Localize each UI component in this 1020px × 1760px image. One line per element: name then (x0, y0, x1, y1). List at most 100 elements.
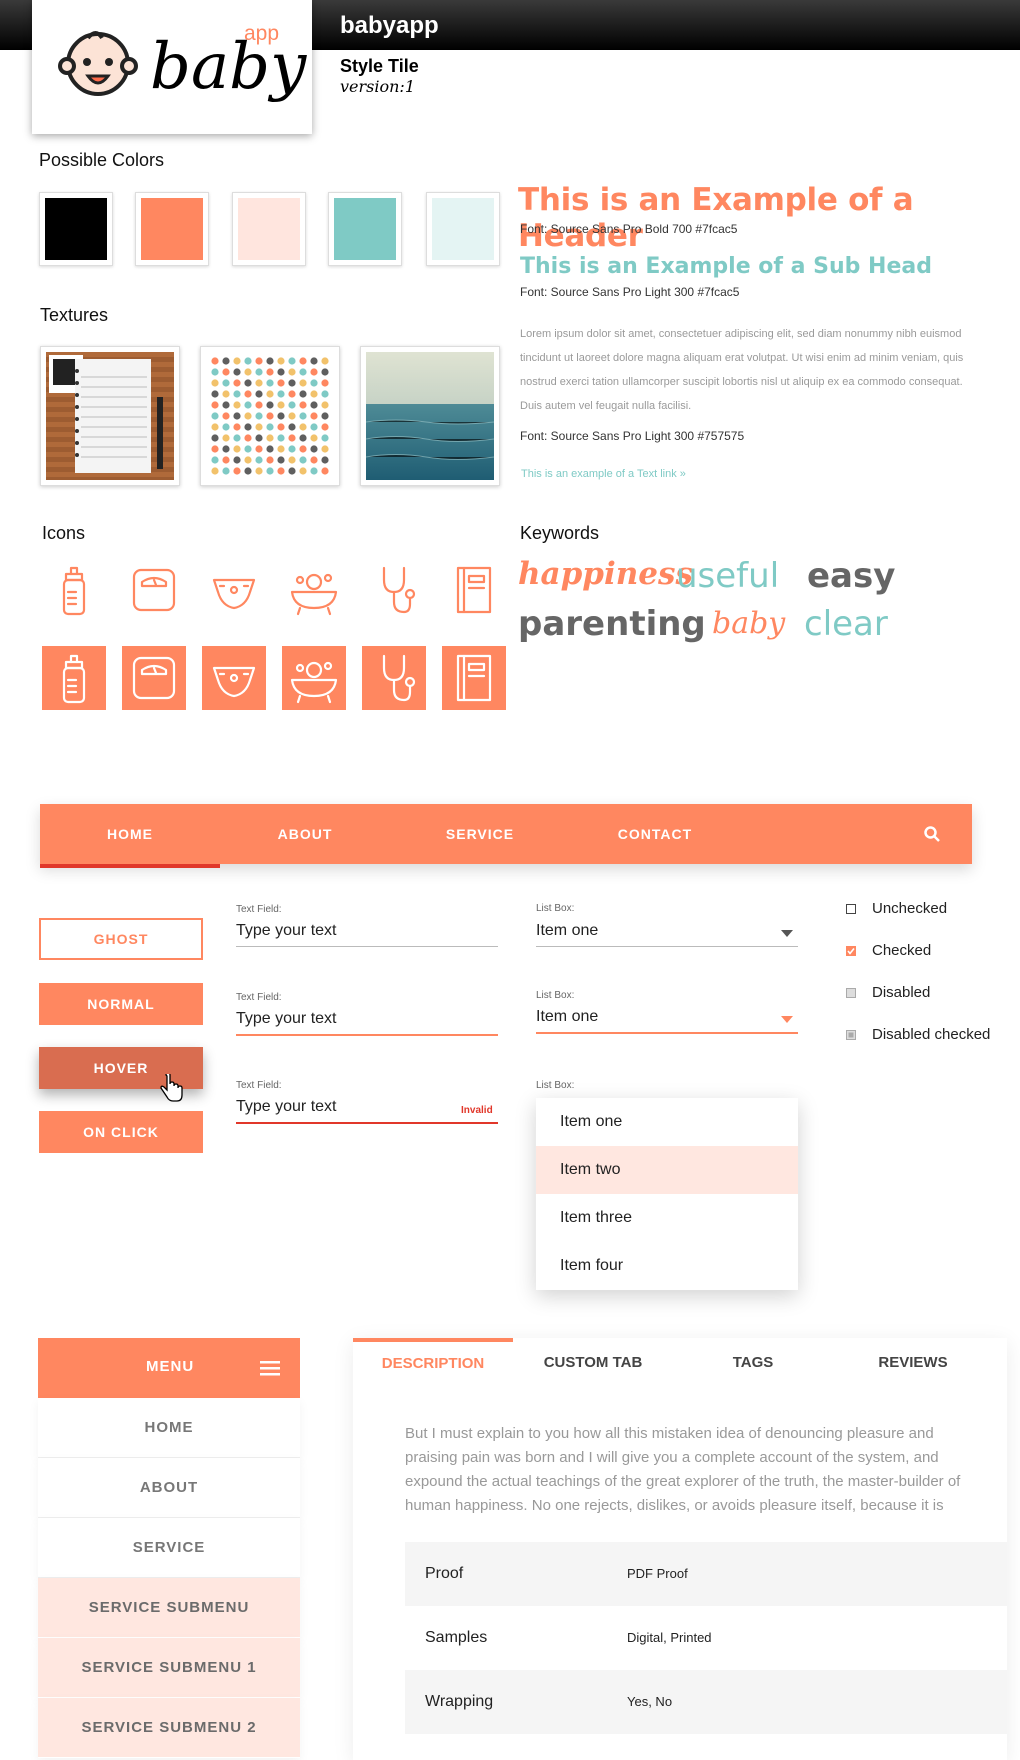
menu-title: MENU (146, 1358, 195, 1375)
text-field-invalid[interactable]: Type your text (236, 1098, 498, 1124)
checkbox-disabled (846, 988, 856, 998)
keywords-heading: Keywords (520, 523, 600, 543)
keyword-parenting: parenting (518, 604, 706, 644)
checkbox-checked[interactable] (846, 946, 856, 956)
stethoscope-icon (362, 646, 426, 710)
header-font-caption: Font: Source Sans Pro Bold 700 #7fcac5 (520, 222, 738, 236)
dropdown-option[interactable]: Item three (536, 1194, 798, 1242)
baby-face-icon (58, 31, 138, 96)
example-header: This is an Example of a Header (518, 182, 914, 254)
list-box-active[interactable]: Item one (536, 1008, 798, 1034)
text-field-default[interactable]: Type your text (236, 922, 498, 947)
keyword-useful: useful (676, 556, 780, 596)
tabs-panel: DESCRIPTION CUSTOM TAB TAGS REVIEWS But … (353, 1338, 1007, 1760)
brand-name: babyapp (340, 12, 439, 39)
nav-item-contact[interactable]: CONTACT (570, 804, 740, 864)
search-icon[interactable] (924, 826, 940, 842)
subhead-font-caption: Font: Source Sans Pro Light 300 #7fcac5 (520, 285, 740, 299)
keyword-baby: baby (712, 606, 786, 641)
table-key: Samples (425, 1629, 488, 1646)
list-box-label: List Box: (536, 990, 575, 1001)
logo-word: baby (150, 30, 307, 104)
example-subhead: This is an Example of a Sub Head (520, 254, 932, 279)
keyword-clear: clear (804, 604, 888, 644)
nav-item-home[interactable]: HOME (40, 804, 220, 868)
list-box-label: List Box: (536, 903, 575, 914)
table-value: PDF Proof (627, 1566, 688, 1581)
tab-tags[interactable]: TAGS (673, 1338, 833, 1388)
checkbox-label: Unchecked (872, 900, 948, 917)
body-font-caption: Font: Source Sans Pro Light 300 #757575 (520, 429, 745, 443)
notebook-icon (442, 646, 506, 710)
baby-bottle-icon (42, 646, 106, 710)
menu-subitem[interactable]: SERVICE SUBMENU 2 (38, 1698, 300, 1758)
menu-subitem[interactable]: SERVICE SUBMENU (38, 1578, 300, 1638)
colors-heading: Possible Colors (39, 150, 165, 170)
menu-subitem[interactable]: SERVICE SUBMENU 1 (38, 1638, 300, 1698)
text-field-label: Text Field: (236, 992, 282, 1003)
ghost-button[interactable]: GHOST (39, 918, 203, 960)
menu-item-about[interactable]: ABOUT (38, 1458, 300, 1518)
color-swatch (328, 192, 402, 266)
tab-description[interactable]: DESCRIPTION (353, 1338, 513, 1388)
sea-texture (360, 346, 500, 486)
list-box-default[interactable]: Item one (536, 922, 798, 947)
table-key: Wrapping (425, 1693, 494, 1710)
checkbox-label: Disabled (872, 984, 931, 1001)
table-row: Samples Digital, Printed (405, 1606, 1007, 1670)
color-swatch (232, 192, 306, 266)
checkbox-unchecked[interactable] (846, 904, 856, 914)
hand-cursor-icon (160, 1074, 183, 1102)
dropdown-option[interactable]: Item four (536, 1242, 798, 1290)
text-field-label: Text Field: (236, 1080, 282, 1091)
logo: baby app (32, 0, 312, 134)
icons-heading: Icons (42, 523, 86, 543)
body-text-sample: Lorem ipsum dolor sit amet, consectetuer… (520, 328, 964, 412)
text-field-label: Text Field: (236, 904, 282, 915)
table-value: Yes, No (627, 1694, 673, 1709)
list-box-dropdown: Item one Item two Item three Item four (536, 1098, 798, 1290)
normal-button[interactable]: NORMAL (39, 983, 203, 1025)
main-nav: HOME ABOUT SERVICE CONTACT (40, 804, 972, 868)
baby-bottle-icon (42, 558, 106, 622)
page-title: Style Tile (340, 56, 419, 76)
stethoscope-icon (362, 558, 426, 622)
nav-item-about[interactable]: ABOUT (220, 804, 390, 864)
menu-header[interactable]: MENU (38, 1338, 300, 1398)
checkbox-label: Checked (872, 942, 932, 959)
bath-icon (282, 558, 346, 622)
chevron-down-icon[interactable] (781, 930, 793, 938)
keyword-easy: easy (807, 556, 896, 596)
diaper-icon (202, 558, 266, 622)
tab-reviews[interactable]: REVIEWS (833, 1338, 993, 1388)
color-swatch (135, 192, 209, 266)
keyword-happiness: happiness (518, 556, 693, 592)
bath-icon (282, 646, 346, 710)
dots-texture (200, 346, 340, 486)
nav-item-service[interactable]: SERVICE (390, 804, 570, 864)
table-row: Wrapping Yes, No (405, 1670, 1007, 1734)
color-swatch (426, 192, 500, 266)
dropdown-option-highlighted[interactable]: Item two (536, 1146, 798, 1194)
table-key: Proof (425, 1565, 464, 1582)
checkbox-disabled-checked (846, 1030, 856, 1040)
scale-icon (122, 646, 186, 710)
text-field-active[interactable]: Type your text (236, 1010, 498, 1036)
notebook-icon (442, 558, 506, 622)
logo-app: app (244, 22, 280, 45)
text-link-example[interactable]: This is an example of a Text link » (521, 468, 686, 480)
menu-item-service[interactable]: SERVICE (38, 1518, 300, 1578)
tab-description-text: But I must explain to you how all this m… (405, 1425, 961, 1514)
menu-item-home[interactable]: HOME (38, 1398, 300, 1458)
textures-heading: Textures (40, 305, 109, 325)
tab-custom[interactable]: CUSTOM TAB (513, 1338, 673, 1388)
chevron-down-icon[interactable] (781, 1016, 793, 1024)
dropdown-option[interactable]: Item one (536, 1098, 798, 1146)
notebook-texture (40, 346, 180, 486)
scale-icon (122, 558, 186, 622)
table-row: Proof PDF Proof (405, 1542, 1007, 1606)
invalid-message: Invalid (461, 1105, 493, 1116)
onclick-button[interactable]: ON CLICK (39, 1111, 203, 1153)
checkbox-label: Disabled checked (872, 1026, 991, 1043)
hamburger-icon[interactable] (260, 1360, 280, 1376)
